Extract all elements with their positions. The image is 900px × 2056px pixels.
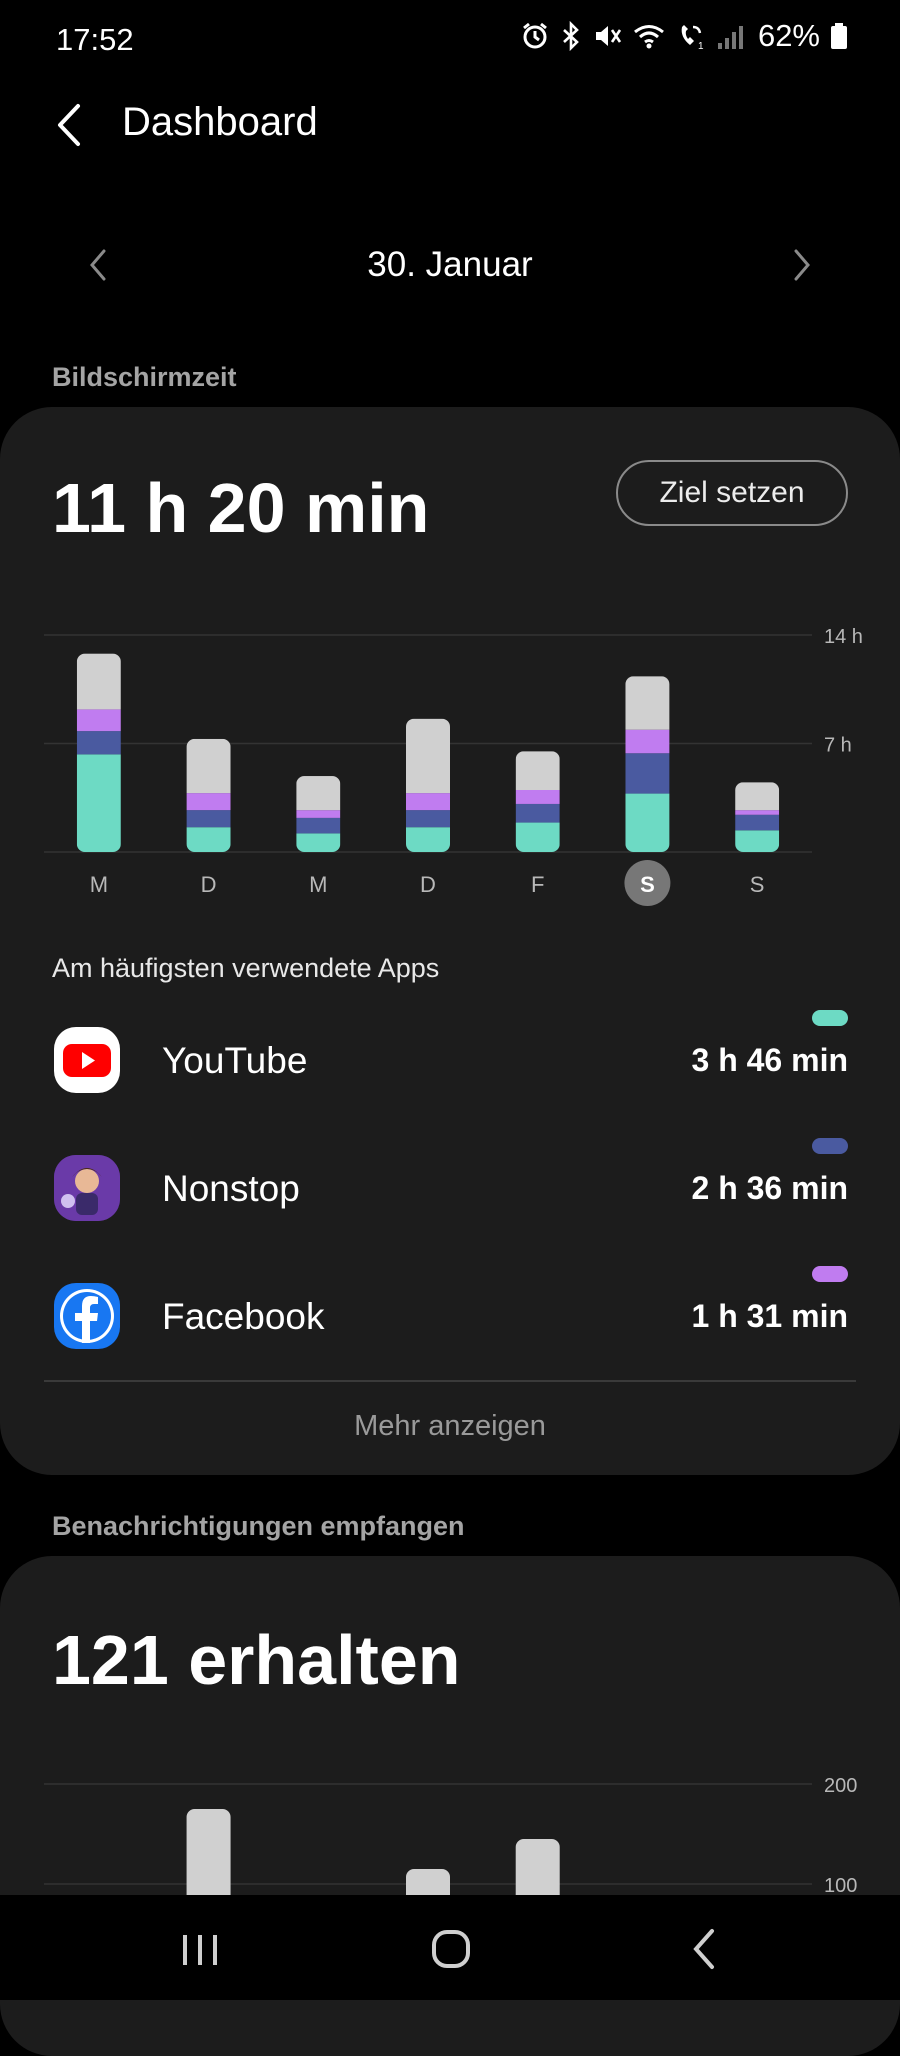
bar-2[interactable]	[296, 776, 341, 852]
status-icons: 1 62%	[520, 18, 848, 54]
bar-segment	[735, 810, 780, 815]
notifications-total: 121 erhalten	[52, 1621, 461, 1699]
mute-icon	[595, 26, 622, 46]
bar-6[interactable]	[735, 782, 780, 852]
app-color-swatch	[812, 1266, 848, 1282]
notifications-section-label: Benachrichtigungen empfangen	[52, 1511, 465, 1541]
system-back-button[interactable]	[690, 1927, 718, 1971]
back-button[interactable]	[50, 100, 90, 150]
bar-segment	[515, 751, 560, 790]
screen-time-chart: 14 h 7 h M D M D F S S	[44, 626, 863, 906]
battery-icon	[831, 23, 847, 49]
x-tick-label[interactable]: M	[309, 872, 327, 897]
bar-segment	[296, 776, 341, 811]
home-button[interactable]	[430, 1928, 472, 1970]
bar-segment	[76, 731, 121, 755]
bar-segment	[735, 814, 780, 831]
x-tick-label[interactable]: D	[420, 872, 436, 897]
bar-segment	[76, 709, 121, 732]
bar-segment	[406, 810, 450, 828]
x-tick-label[interactable]: F	[531, 872, 544, 897]
bar-segment	[625, 753, 670, 794]
notifications-chart: 200 100	[44, 1775, 857, 1900]
bar-1[interactable]	[186, 738, 231, 852]
y-tick-label: 100	[824, 1875, 857, 1897]
y-tick-label: 14 h	[824, 626, 863, 648]
y-tick-label: 7 h	[824, 735, 852, 757]
svg-text:1: 1	[698, 41, 704, 51]
facebook-icon	[54, 1283, 120, 1349]
youtube-icon	[54, 1027, 120, 1093]
battery-percent: 62%	[757, 18, 820, 53]
recent-apps-button[interactable]	[180, 1930, 220, 1970]
x-tick-label[interactable]: S	[750, 872, 765, 897]
bar-segment	[625, 729, 670, 754]
alarm-icon	[523, 22, 547, 49]
bar-segment	[186, 793, 231, 811]
app-usage-time: 3 h 46 min	[691, 1042, 849, 1078]
show-more-button[interactable]: Mehr anzeigen	[0, 1410, 900, 1443]
bar-segment	[186, 827, 231, 852]
wifi-calling-icon: 1	[681, 25, 704, 51]
divider	[44, 1380, 856, 1382]
bar-segment	[186, 738, 231, 794]
set-goal-button[interactable]: Ziel setzen	[616, 460, 848, 526]
bar-4[interactable]	[515, 751, 560, 852]
x-tick-label[interactable]: S	[640, 872, 655, 897]
app-row-youtube[interactable]: YouTube 3 h 46 min	[0, 1010, 900, 1110]
next-day-button[interactable]	[784, 245, 820, 285]
x-tick-label[interactable]: D	[201, 872, 217, 897]
app-usage-time: 1 h 31 min	[691, 1298, 849, 1334]
bar-segment	[735, 782, 780, 811]
app-color-swatch	[812, 1010, 848, 1026]
notification-bar[interactable]	[515, 1839, 560, 1900]
status-time: 17:52	[56, 22, 134, 57]
bar-segment	[76, 754, 121, 852]
bar-segment	[406, 793, 450, 811]
app-name: Nonstop	[162, 1168, 300, 1209]
game-avatar-icon	[54, 1155, 120, 1221]
bar-segment	[296, 810, 341, 818]
x-tick-label[interactable]: M	[90, 872, 108, 897]
page-title: Dashboard	[122, 100, 318, 144]
bar-segment	[515, 790, 560, 804]
app-row-facebook[interactable]: Facebook 1 h 31 min	[0, 1266, 900, 1366]
notification-bar[interactable]	[186, 1809, 231, 1900]
screen-time-section-label: Bildschirmzeit	[52, 362, 237, 392]
bar-segment	[515, 803, 560, 823]
y-tick-label: 200	[824, 1775, 857, 1797]
bar-segment	[296, 833, 341, 852]
system-navigation-bar	[0, 1895, 900, 2000]
bar-segment	[625, 793, 670, 852]
app-name: Facebook	[162, 1296, 325, 1337]
app-name: YouTube	[162, 1040, 308, 1081]
bar-segment	[406, 718, 450, 794]
bar-3[interactable]	[406, 718, 450, 852]
bar-segment	[735, 830, 780, 852]
app-usage-time: 2 h 36 min	[691, 1170, 849, 1206]
bar-segment	[296, 817, 341, 834]
most-used-apps-label: Am häufigsten verwendete Apps	[52, 953, 440, 983]
bar-segment	[625, 676, 670, 730]
app-color-swatch	[812, 1138, 848, 1154]
bar-5[interactable]	[625, 676, 670, 852]
signal-icon	[717, 26, 743, 49]
bar-segment	[406, 827, 450, 852]
bar-segment	[515, 822, 560, 852]
bluetooth-icon	[563, 21, 579, 51]
bar-segment	[76, 653, 121, 710]
wifi-icon	[634, 25, 664, 49]
app-row-nonstop[interactable]: Nonstop 2 h 36 min	[0, 1138, 900, 1238]
bar-0[interactable]	[76, 653, 121, 852]
bar-segment	[186, 810, 231, 828]
date-label: 30. Januar	[367, 245, 533, 284]
screen-time-total: 11 h 20 min	[52, 469, 430, 547]
